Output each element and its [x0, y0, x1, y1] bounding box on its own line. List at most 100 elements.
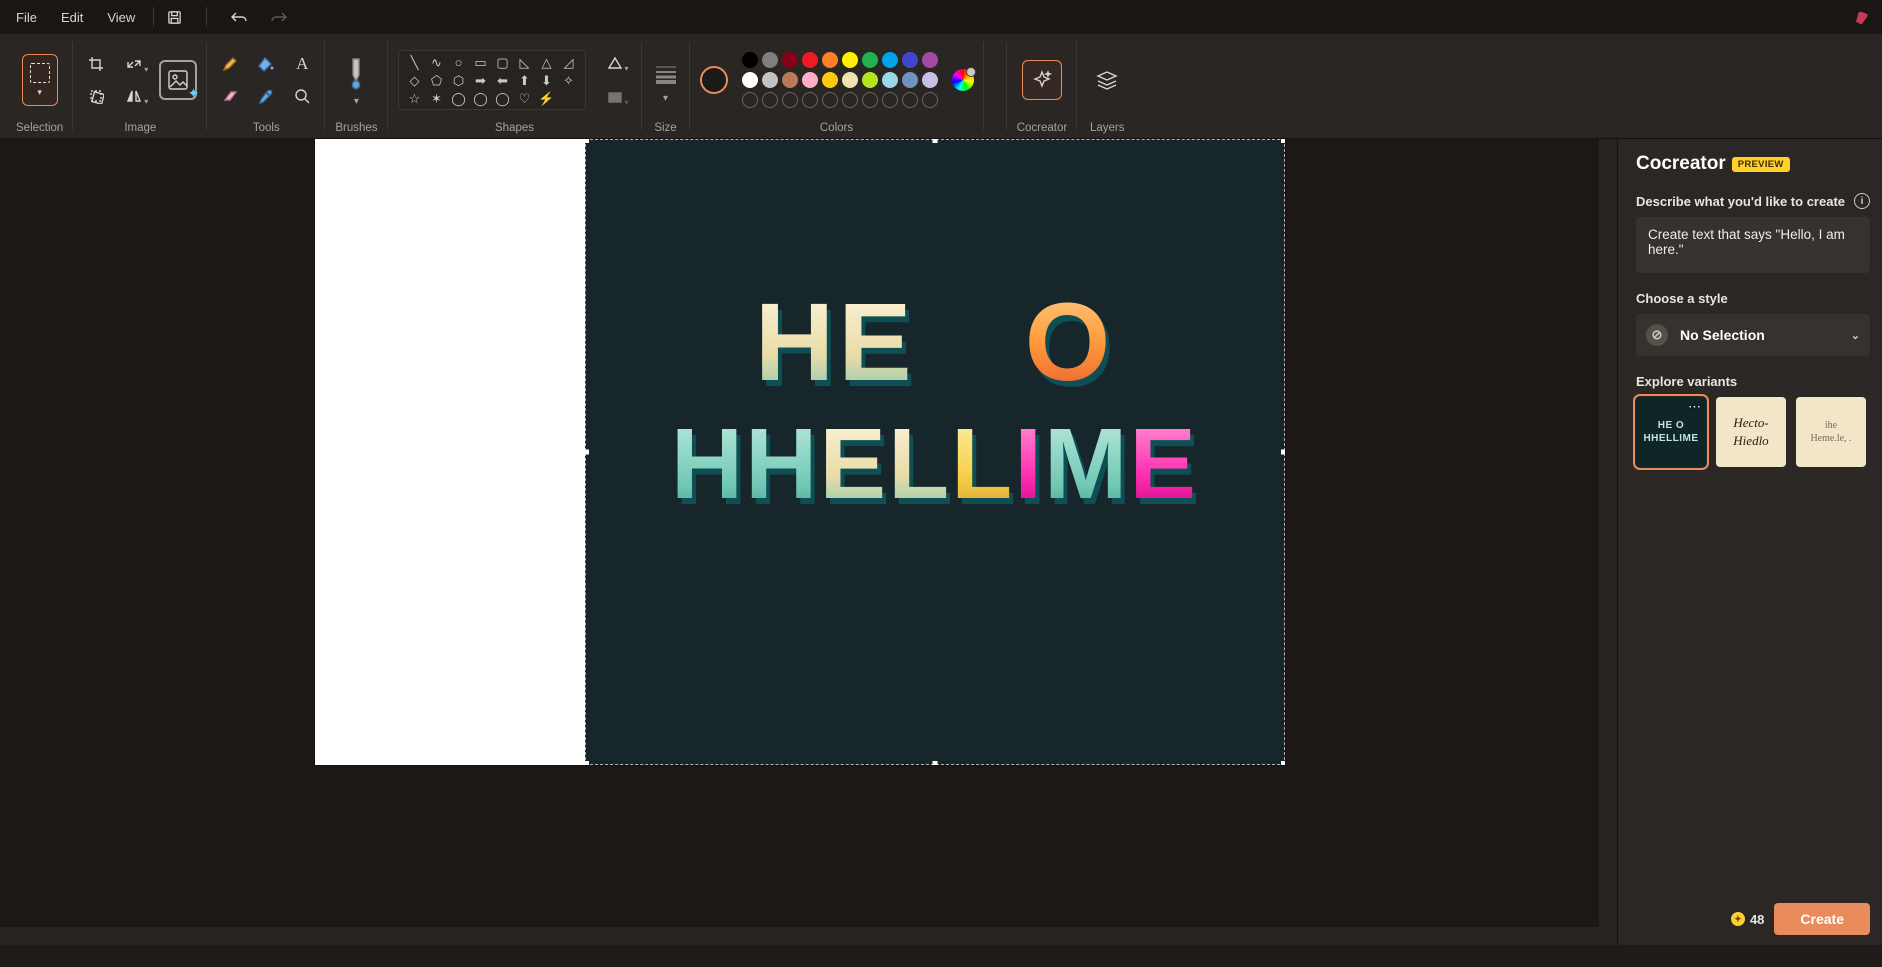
group-tools: A Tools — [207, 34, 325, 138]
color-swatch[interactable] — [802, 72, 818, 88]
canvas-stage: HE O HHELLIME — [0, 139, 1617, 945]
stroke-size-button[interactable] — [652, 57, 680, 91]
save-button[interactable] — [160, 3, 188, 31]
color-swatch[interactable] — [742, 52, 758, 68]
quick-access-toolbar — [160, 3, 293, 31]
color-swatch[interactable] — [882, 52, 898, 68]
group-colors: Colors — [690, 34, 984, 138]
group-shapes: ╲∿○ ▭▢◺ △◿ ◇⬠⬡ ➡⬅⬆ ⬇✧ ☆✶◯ ◯◯♡ ⚡ — [388, 34, 642, 138]
info-icon[interactable]: i — [1854, 193, 1870, 209]
scrollbar-vertical[interactable] — [1599, 139, 1617, 927]
color-swatch[interactable] — [822, 92, 838, 108]
color-swatch[interactable] — [862, 52, 878, 68]
crop-tool[interactable] — [83, 51, 109, 77]
undo-button[interactable] — [225, 3, 253, 31]
art-line2: HHELLIME — [585, 407, 1285, 522]
cocreator-title: Cocreator — [1636, 153, 1726, 175]
group-label: Brushes — [335, 120, 377, 134]
cocreator-panel: Cocreator PREVIEW Describe what you'd li… — [1617, 139, 1882, 945]
canvas[interactable]: HE O HHELLIME — [315, 139, 1285, 765]
edit-colors-button[interactable] — [952, 69, 974, 91]
color-swatch[interactable] — [742, 72, 758, 88]
group-cocreator: Cocreator — [1007, 34, 1078, 138]
color-swatch[interactable] — [882, 92, 898, 108]
app-icon — [1852, 8, 1870, 26]
color-swatch[interactable] — [822, 72, 838, 88]
brush-tool[interactable] — [342, 54, 370, 94]
color-swatch[interactable] — [822, 52, 838, 68]
color-swatch[interactable] — [762, 92, 778, 108]
pencil-tool[interactable] — [217, 51, 243, 77]
credits-counter: ✦ 48 — [1731, 912, 1764, 927]
preview-badge: PREVIEW — [1732, 157, 1790, 172]
color-swatch[interactable] — [862, 72, 878, 88]
group-label: Selection — [16, 120, 63, 134]
color-swatch[interactable] — [802, 92, 818, 108]
canvas-viewport[interactable]: HE O HHELLIME — [0, 139, 1617, 927]
prompt-input[interactable]: Create text that says "Hello, I am here.… — [1636, 217, 1870, 273]
zoom-tool[interactable] — [289, 83, 315, 109]
color-swatch[interactable] — [922, 52, 938, 68]
scrollbar-horizontal[interactable] — [0, 927, 1617, 945]
fill-tool[interactable] — [253, 51, 279, 77]
color-swatch[interactable] — [862, 92, 878, 108]
color-swatch[interactable] — [902, 52, 918, 68]
selection-tool[interactable]: ▾ — [22, 54, 58, 106]
group-brushes: ▾ Brushes — [325, 34, 387, 138]
text-tool[interactable]: A — [289, 51, 315, 77]
style-dropdown[interactable]: ⊘ No Selection ⌄ — [1636, 314, 1870, 356]
eyedropper-tool[interactable] — [253, 83, 279, 109]
color-swatch[interactable] — [922, 92, 938, 108]
color-swatch[interactable] — [782, 52, 798, 68]
cocreator-button[interactable] — [1022, 60, 1062, 100]
separator — [206, 7, 207, 27]
color-swatch[interactable] — [802, 52, 818, 68]
style-label: Choose a style — [1636, 291, 1728, 306]
layers-button[interactable] — [1087, 60, 1127, 100]
color-swatch[interactable] — [762, 52, 778, 68]
color-swatch[interactable] — [782, 72, 798, 88]
variant-2[interactable]: Hecto- Hiedlo — [1716, 397, 1786, 467]
sparkle-icon: ✦ — [188, 85, 200, 102]
menubar: File Edit View — [0, 0, 1882, 34]
image-select-button[interactable]: ✦ — [159, 60, 197, 100]
color-swatch[interactable] — [762, 72, 778, 88]
color-swatch[interactable] — [742, 92, 758, 108]
redo-button[interactable] — [265, 3, 293, 31]
color-palette — [742, 52, 938, 108]
canvas-image: HE O HHELLIME — [585, 139, 1285, 765]
color-swatch[interactable] — [842, 92, 858, 108]
color-swatch[interactable] — [902, 72, 918, 88]
create-button[interactable]: Create — [1774, 903, 1870, 935]
variant-3[interactable]: ihe Heme.le, . — [1796, 397, 1866, 467]
group-selection: ▾ Selection — [6, 34, 73, 138]
group-label: Layers — [1090, 120, 1125, 134]
color-swatch[interactable] — [782, 92, 798, 108]
color-swatch[interactable] — [882, 72, 898, 88]
menu-edit[interactable]: Edit — [49, 4, 95, 31]
shapes-gallery[interactable]: ╲∿○ ▭▢◺ △◿ ◇⬠⬡ ➡⬅⬆ ⬇✧ ☆✶◯ ◯◯♡ ⚡ — [398, 50, 586, 110]
variant-1[interactable]: ⋯ HE O HHELLIME — [1636, 397, 1706, 467]
rotate-tool[interactable] — [83, 83, 109, 109]
color-swatch[interactable] — [842, 72, 858, 88]
shape-fill-button[interactable] — [598, 84, 632, 110]
menu-file[interactable]: File — [4, 4, 49, 31]
group-label: Shapes — [495, 120, 534, 134]
group-label: Image — [124, 120, 156, 134]
color-swatch[interactable] — [902, 92, 918, 108]
variants-label: Explore variants — [1636, 374, 1737, 389]
shape-outline-button[interactable] — [598, 50, 632, 76]
eraser-tool[interactable] — [217, 83, 243, 109]
style-value: No Selection — [1680, 327, 1765, 343]
color-swatch[interactable] — [842, 52, 858, 68]
resize-tool[interactable] — [117, 51, 151, 77]
variant-menu-icon[interactable]: ⋯ — [1688, 399, 1702, 415]
coin-icon: ✦ — [1731, 912, 1745, 926]
menu-view[interactable]: View — [95, 4, 147, 31]
group-size: ▾ Size — [642, 34, 690, 138]
describe-label: Describe what you'd like to create — [1636, 194, 1845, 209]
color-swatch[interactable] — [922, 72, 938, 88]
flip-tool[interactable] — [117, 83, 151, 109]
color-primary-swatch[interactable] — [700, 66, 728, 94]
group-label: Tools — [253, 120, 280, 134]
